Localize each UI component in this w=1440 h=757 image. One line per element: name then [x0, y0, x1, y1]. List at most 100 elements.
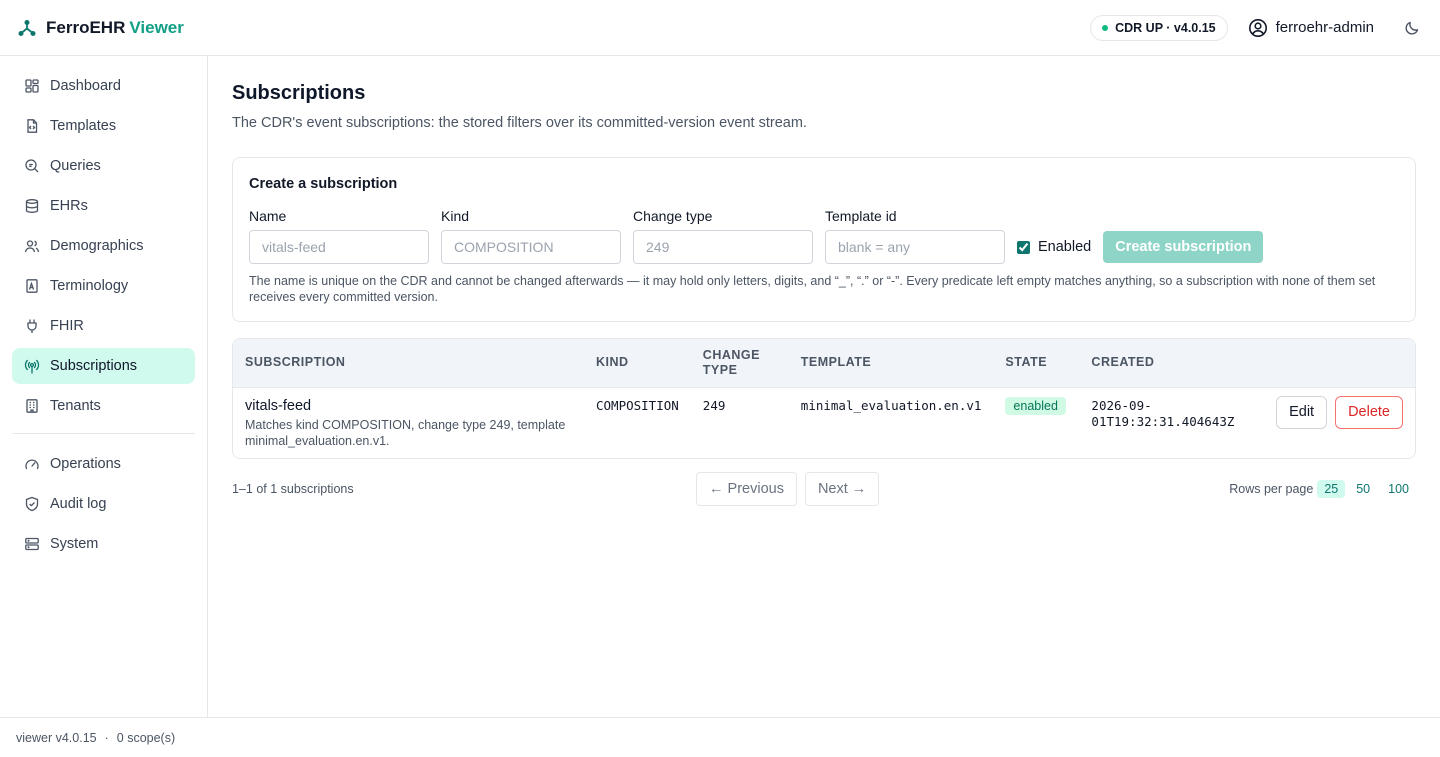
cdr-status-text: CDR UP · v4.0.15 — [1115, 20, 1216, 35]
main-content: Subscriptions The CDR's event subscripti… — [208, 56, 1440, 717]
sidebar-item-operations[interactable]: Operations — [12, 446, 195, 482]
sidebar-item-label: System — [50, 536, 99, 552]
rows-per-page: Rows per page 25 50 100 — [1229, 479, 1416, 498]
query-icon — [24, 158, 40, 174]
footer: viewer v4.0.15 · 0 scope(s) — [0, 717, 1440, 757]
sidebar-item-label: Templates — [50, 118, 117, 134]
scope-count: 0 scope(s) — [116, 730, 176, 745]
sidebar-item-label: Subscriptions — [50, 358, 138, 374]
rows-option-50[interactable]: 50 — [1349, 480, 1377, 498]
sidebar-item-demographics[interactable]: Demographics — [12, 228, 195, 264]
theme-toggle-button[interactable] — [1402, 18, 1422, 38]
name-field-group: Name — [249, 208, 429, 264]
moon-icon — [1404, 20, 1420, 36]
brand[interactable]: FerroEHR Viewer — [18, 18, 184, 38]
sidebar-item-tenants[interactable]: Tenants — [12, 388, 195, 424]
rows-option-25[interactable]: 25 — [1317, 479, 1346, 498]
enabled-checkbox-group[interactable]: Enabled — [1017, 230, 1091, 264]
sidebar-divider — [12, 433, 195, 434]
pagination-summary: 1–1 of 1 subscriptions — [232, 481, 354, 496]
name-label: Name — [249, 208, 287, 224]
cell-state: enabled — [993, 387, 1079, 458]
brand-name: FerroEHR — [46, 17, 126, 37]
footer-separator: · — [104, 730, 109, 745]
column-header-change-type-line2: type — [702, 362, 738, 377]
cell-created: 2026-09- 01T19:32:31.404643Z — [1079, 387, 1259, 458]
create-subscription-button[interactable]: Create subscription — [1103, 231, 1264, 263]
table-header-row: Subscription Kind Change type Template St… — [233, 339, 1415, 388]
plug-icon — [24, 318, 40, 334]
previous-page-button[interactable]: ← Previous — [696, 471, 797, 506]
sidebar-item-label: FHIR — [50, 318, 84, 334]
subscription-name: vitals-feed — [245, 397, 312, 414]
dashboard-icon — [24, 78, 40, 94]
name-input[interactable] — [249, 230, 429, 264]
top-bar: FerroEHR Viewer CDR UP · v4.0.15 ferroehr… — [0, 0, 1440, 56]
change-type-input[interactable] — [633, 230, 813, 264]
create-subscription-form: Create a subscription Name Kind Change t… — [232, 157, 1416, 322]
database-icon — [24, 198, 40, 214]
column-header-created[interactable]: Created — [1079, 339, 1260, 388]
change-type-label: Change type — [633, 208, 713, 224]
user-menu[interactable]: ferroehr-admin — [1248, 18, 1374, 38]
people-icon — [24, 238, 40, 254]
column-header-state[interactable]: State — [993, 339, 1080, 388]
sidebar-item-label: Dashboard — [50, 78, 121, 94]
column-header-change-type[interactable]: Change type — [690, 339, 789, 388]
sidebar-item-dashboard[interactable]: Dashboard — [12, 68, 195, 104]
cell-template: minimal_evaluation.en.v1 — [800, 397, 982, 413]
sidebar-item-ehrs[interactable]: EHRs — [12, 188, 195, 224]
sidebar-item-label: Operations — [50, 456, 121, 472]
book-icon — [24, 278, 40, 294]
sidebar-item-audit-log[interactable]: Audit log — [12, 486, 195, 522]
kind-field-group: Kind — [441, 208, 621, 264]
sidebar-item-terminology[interactable]: Terminology — [12, 268, 195, 304]
change-type-field-group: Change type — [633, 208, 813, 264]
kind-input[interactable] — [441, 230, 621, 264]
edit-button[interactable]: Edit — [1276, 395, 1328, 429]
sidebar-item-label: Queries — [50, 158, 101, 174]
page-subtitle: The CDR's event subscriptions: the store… — [232, 115, 807, 131]
sidebar-item-subscriptions[interactable]: Subscriptions — [12, 348, 195, 384]
sidebar-item-templates[interactable]: Templates — [12, 108, 195, 144]
sidebar-item-label: Tenants — [50, 398, 101, 414]
column-header-change-type-line1: Change — [702, 347, 760, 362]
sidebar-item-system[interactable]: System — [12, 526, 195, 562]
kind-label: Kind — [441, 208, 470, 224]
building-icon — [24, 398, 40, 414]
template-icon — [24, 118, 40, 134]
created-line1: 2026-09- — [1091, 397, 1152, 413]
rows-option-100[interactable]: 100 — [1381, 480, 1416, 498]
next-page-button[interactable]: Next → — [804, 471, 880, 506]
sidebar-item-queries[interactable]: Queries — [12, 148, 195, 184]
user-circle-icon — [1248, 18, 1268, 38]
cell-change-type: 249 — [702, 397, 726, 413]
sidebar: Dashboard Templates Queries EHRs Demogra… — [0, 56, 208, 718]
viewer-version: viewer v4.0.15 — [16, 730, 97, 745]
server-icon — [24, 536, 40, 552]
created-line2: 01T19:32:31.404643Z — [1091, 413, 1235, 429]
status-dot — [1102, 24, 1109, 31]
sidebar-item-label: Terminology — [50, 278, 129, 294]
sidebar-item-label: Audit log — [50, 496, 107, 512]
column-header-template[interactable]: Template — [788, 339, 994, 388]
subscriptions-table: Subscription Kind Change type Template St… — [232, 338, 1416, 459]
delete-button[interactable]: Delete — [1335, 395, 1403, 429]
subscription-description: Matches kind COMPOSITION, change type 24… — [245, 417, 566, 448]
shield-icon — [24, 496, 40, 512]
template-id-input[interactable] — [825, 230, 1005, 264]
cell-kind: COMPOSITION — [596, 397, 679, 413]
column-header-kind[interactable]: Kind — [584, 339, 691, 388]
sidebar-item-fhir[interactable]: FHIR — [12, 308, 195, 344]
hub-icon — [18, 19, 36, 37]
column-header-subscription[interactable]: Subscription — [233, 339, 584, 388]
brand-accent: Viewer — [129, 17, 184, 37]
enabled-checkbox[interactable] — [1017, 240, 1030, 254]
template-id-label: Template id — [825, 208, 897, 224]
column-header-actions — [1259, 339, 1415, 388]
gauge-icon — [24, 456, 40, 472]
status-badge: enabled — [1005, 396, 1066, 415]
form-title: Create a subscription — [249, 176, 398, 192]
pagination: 1–1 of 1 subscriptions ← Previous Next →… — [232, 471, 1416, 506]
sidebar-item-label: EHRs — [50, 198, 88, 214]
